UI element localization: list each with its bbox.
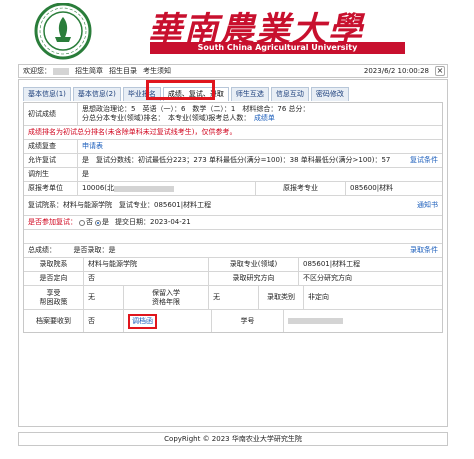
origin-major-value: 085600|材料 bbox=[350, 184, 394, 192]
archive-letter-link[interactable]: 调档函 bbox=[128, 313, 157, 329]
attend-retest-details: 是否参加复试： 否 是 提交日期：2023-04-21 bbox=[24, 216, 442, 229]
total-score-group: 总成绩： 是否录取：是 bbox=[28, 246, 116, 255]
main-panel: 基本信息(1) 基本信息(2) 毕业报名 成绩、复试、录取 师生互选 信息互动 … bbox=[18, 79, 448, 427]
admission-conditions-link[interactable]: 录取条件 bbox=[410, 246, 438, 255]
adjust-row: 调剂生 是 bbox=[24, 168, 442, 182]
username-redacted bbox=[53, 67, 69, 75]
adjust-label: 调剂生 bbox=[24, 168, 78, 181]
attend-no-radio[interactable] bbox=[79, 219, 85, 226]
prelim-score-line1: 思想政治理论：5 英语（一）：6 数学（二）：1 材料综合：76 总分： bbox=[82, 105, 310, 113]
admission-row-4: 档案要收到 否 调档函 学号 bbox=[24, 310, 442, 332]
origin-unit-label: 原报考单位 bbox=[24, 182, 78, 195]
adjust-value: 是 bbox=[82, 170, 89, 178]
origin-unit-value: 10006(北 bbox=[82, 184, 114, 192]
student-id-redacted bbox=[288, 318, 343, 324]
orientation-label: 是否定向 bbox=[24, 272, 84, 285]
retest-unit-details: 复试院系：材料与能源学院 复试专业：085601|材料工程 通知书 bbox=[24, 196, 442, 215]
tab-password-change[interactable]: 密码修改 bbox=[310, 87, 349, 101]
admission-major-value: 085601|材料工程 bbox=[303, 260, 361, 268]
archive-received-value: 否 bbox=[84, 310, 124, 332]
orientation-value: 否 bbox=[84, 272, 209, 285]
close-button[interactable]: × bbox=[435, 66, 445, 76]
university-name-en: South China Agricultural University bbox=[150, 42, 405, 54]
tab-basic-info-2[interactable]: 基本信息(2) bbox=[72, 87, 121, 101]
welcome-text: 欢迎您： bbox=[23, 67, 51, 75]
tab-basic-info-1[interactable]: 基本信息(1) bbox=[23, 87, 71, 101]
submit-date: 提交日期：2023-04-21 bbox=[115, 218, 191, 226]
origin-row: 原报考单位 10006(北 原报考专业 085600|材料 bbox=[24, 182, 442, 196]
admission-category-value: 非定向 bbox=[308, 293, 329, 301]
total-score-row: 总成绩： 是否录取：是 录取条件 bbox=[24, 244, 442, 258]
attend-retest-row: 是否参加复试： 否 是 提交日期：2023-04-21 bbox=[24, 216, 442, 230]
nav-link-notice[interactable]: 考生须知 bbox=[143, 66, 171, 76]
total-score-label: 总成绩： bbox=[28, 246, 53, 254]
retest-allowed-details: 是 复试分数线：初试最低分223；273 单科最低分(满分=100)：38 单科… bbox=[78, 154, 442, 167]
active-tab-highlight bbox=[146, 80, 215, 100]
prelim-score-row: 初试成绩 思想政治理论：5 英语（一）：6 数学（二）：1 材料综合：76 总分… bbox=[24, 103, 442, 126]
spacer-row bbox=[24, 230, 442, 244]
reserve-years-label: 保留入学 资格年限 bbox=[124, 286, 209, 309]
prelim-score-details: 思想政治理论：5 英语（一）：6 数学（二）：1 材料综合：76 总分： 分总分… bbox=[78, 103, 442, 125]
admission-category-label: 录取类别 bbox=[259, 286, 304, 309]
retest-unit-text: 复试院系：材料与能源学院 复试专业：085601|材料工程 bbox=[28, 201, 212, 209]
origin-major-label: 原报考专业 bbox=[256, 182, 346, 195]
retest-allowed-label: 允许复试 bbox=[24, 154, 78, 167]
attend-no-label: 否 bbox=[86, 218, 93, 226]
top-navbar: 欢迎您： 招生简章 招生目录 考生须知 2023/6/2 10:00:28 × bbox=[18, 64, 448, 78]
admitted-status: 是否录取：是 bbox=[73, 246, 116, 254]
notice-letter-link[interactable]: 通知书 bbox=[417, 201, 438, 210]
attend-yes-label: 是 bbox=[102, 218, 109, 226]
admission-row-2: 是否定向 否 录取研究方向 不区分研究方向 bbox=[24, 272, 442, 286]
attend-retest-label: 是否参加复试： bbox=[28, 218, 77, 226]
retest-conditions-link[interactable]: 复试条件 bbox=[410, 156, 438, 165]
nav-link-catalog[interactable]: 招生目录 bbox=[109, 66, 137, 76]
help-policy-label: 享受 帮困政策 bbox=[24, 286, 84, 309]
nav-link-brochure[interactable]: 招生简章 bbox=[75, 66, 103, 76]
score-review-row: 成绩复查 申请表 bbox=[24, 140, 442, 154]
page-footer: CopyRight © 2023 华南农业大学研究生院 bbox=[18, 432, 448, 446]
attend-yes-radio[interactable] bbox=[95, 219, 101, 226]
archive-letter-cell: 调档函 bbox=[124, 310, 212, 332]
total-score-details: 总成绩： 是否录取：是 录取条件 bbox=[24, 244, 442, 257]
site-header: 華南農業大學 South China Agricultural Universi… bbox=[0, 0, 474, 64]
score-review-label: 成绩复查 bbox=[24, 140, 78, 153]
retest-cutoff-text: 是 复试分数线：初试最低分223；273 单科最低分(满分=100)：38 单科… bbox=[82, 156, 391, 164]
admission-row-3: 享受 帮困政策 无 保留入学 资格年限 无 录取类别 非定向 bbox=[24, 286, 442, 310]
student-id-value bbox=[284, 310, 442, 332]
prelim-score-label: 初试成绩 bbox=[24, 103, 78, 125]
archive-received-label: 档案要收到 bbox=[24, 310, 84, 332]
research-direction-value: 不区分研究方向 bbox=[303, 274, 352, 282]
origin-unit-cell: 10006(北 bbox=[78, 182, 256, 195]
help-policy-value: 无 bbox=[84, 286, 124, 309]
admission-major-label: 录取专业(领域) bbox=[209, 258, 299, 271]
university-seal-icon bbox=[34, 3, 92, 60]
prelim-score-line2: 分总分本专业(领域)排名： 本专业(领域)报考总人数： 成绩单 bbox=[82, 114, 275, 123]
admission-table: 录取院系 材料与能源学院 录取专业(领域) 085601|材料工程 是否定向 否… bbox=[24, 258, 442, 332]
admission-dept-value: 材料与能源学院 bbox=[84, 258, 209, 271]
tab-mentor-selection[interactable]: 师生互选 bbox=[230, 87, 269, 101]
admission-dept-label: 录取院系 bbox=[24, 258, 84, 271]
review-application-link[interactable]: 申请表 bbox=[78, 140, 442, 153]
admission-row-1: 录取院系 材料与能源学院 录取专业(领域) 085601|材料工程 bbox=[24, 258, 442, 272]
origin-unit-redacted bbox=[114, 185, 174, 192]
reserve-years-value: 无 bbox=[209, 286, 259, 309]
ranking-warning-row: 成绩排名为初试总分排名(未含除单科未过复试线考生)，仅供参考。 bbox=[24, 126, 442, 140]
prelim-score-line2-text: 分总分本专业(领域)排名： 本专业(领域)报考总人数： bbox=[82, 114, 247, 122]
ranking-warning-text: 成绩排名为初试总分排名(未含除单科未过复试线考生)，仅供参考。 bbox=[28, 128, 237, 136]
research-direction-label: 录取研究方向 bbox=[209, 272, 299, 285]
tab-messages[interactable]: 信息互动 bbox=[270, 87, 309, 101]
student-id-label: 学号 bbox=[212, 310, 284, 332]
current-datetime: 2023/6/2 10:00:28 bbox=[363, 67, 429, 75]
score-sheet: 初试成绩 思想政治理论：5 英语（一）：6 数学（二）：1 材料综合：76 总分… bbox=[23, 102, 443, 333]
transcript-link[interactable]: 成绩单 bbox=[254, 114, 275, 122]
retest-unit-row: 复试院系：材料与能源学院 复试专业：085601|材料工程 通知书 bbox=[24, 196, 442, 216]
retest-allowed-row: 允许复试 是 复试分数线：初试最低分223；273 单科最低分(满分=100)：… bbox=[24, 154, 442, 168]
